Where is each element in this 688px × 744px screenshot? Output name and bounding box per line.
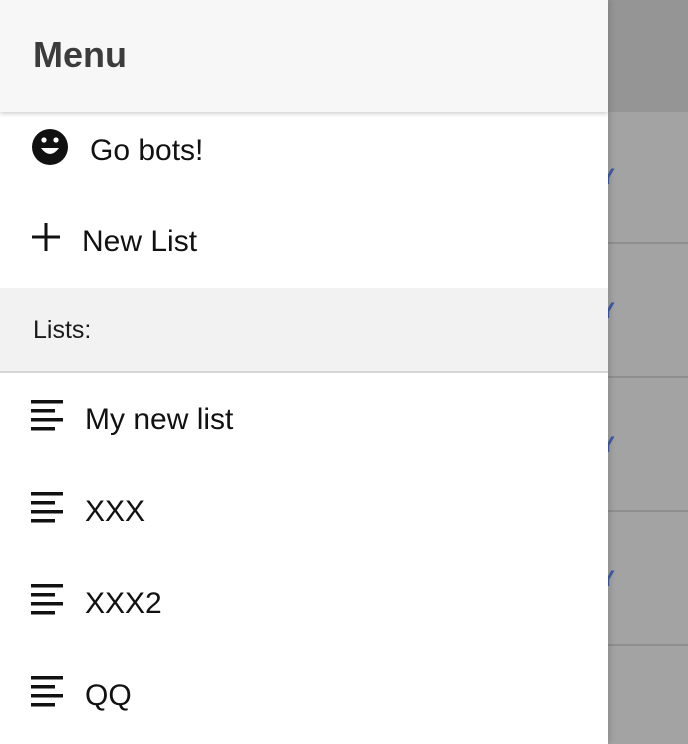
lists-section-header: Lists: (0, 288, 608, 373)
list-item-label: XXX (85, 495, 146, 528)
list-item[interactable]: XXX2 (0, 560, 608, 650)
list-item[interactable]: XXX (0, 468, 608, 558)
menu-item-label: Go bots! (90, 134, 204, 167)
list-item-label: My new list (85, 403, 234, 436)
list-lines-icon (31, 584, 67, 620)
menu-item-label: New List (82, 225, 198, 258)
list-lines-icon (31, 492, 67, 528)
plus-icon (31, 222, 67, 258)
app-screen: LAY LAY LAY LAY Menu Go bot (0, 0, 688, 744)
drawer-title: Menu (33, 34, 127, 75)
list-lines-icon (31, 676, 67, 712)
list-lines-icon (31, 400, 67, 436)
navigation-drawer: Menu Go bots! New List Lists: My new lis… (0, 0, 608, 744)
menu-item-go-bots[interactable]: Go bots! (0, 112, 608, 202)
list-item-label: QQ (85, 679, 132, 712)
drawer-header: Menu (0, 0, 608, 112)
list-item[interactable]: QQ (0, 652, 608, 742)
menu-item-new-list[interactable]: New List (0, 198, 608, 288)
list-item-label: XXX2 (85, 587, 162, 620)
smiley-face-icon (31, 128, 68, 165)
list-item[interactable]: My new list (0, 376, 608, 466)
section-label: Lists: (33, 316, 92, 344)
